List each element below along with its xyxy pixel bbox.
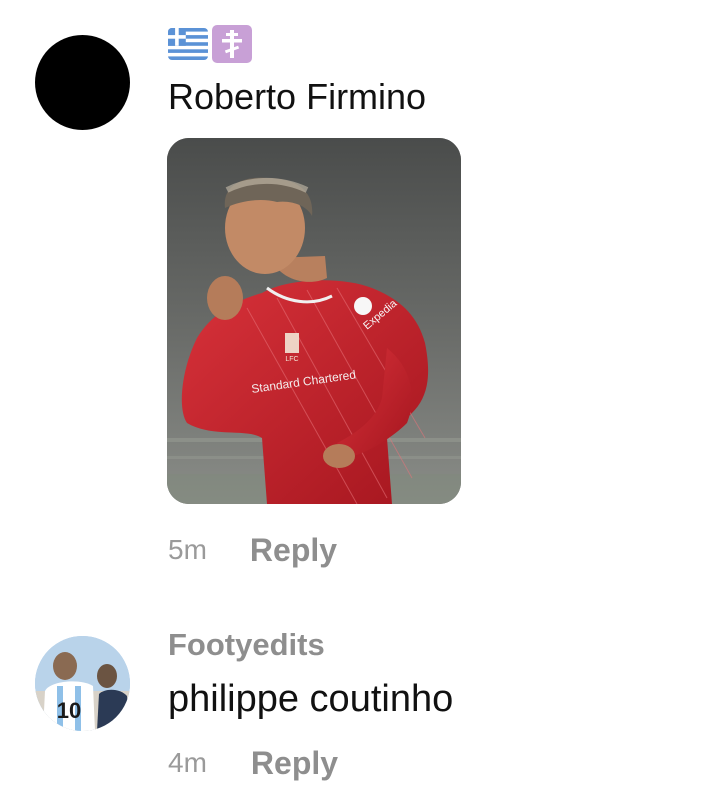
comment-text: philippe coutinho [168,678,454,720]
comment-time: 4m [168,747,207,778]
club-badge-text: LFC [285,356,298,363]
footballer-photo-illustration: LFC Standard Chartered Expedia [167,138,461,504]
comment-meta: 4m Reply [168,741,338,785]
comment-time: 5m [168,534,207,565]
greece-flag-icon [168,28,208,60]
attached-photo[interactable]: LFC Standard Chartered Expedia [167,138,461,504]
commenter-avatar[interactable] [35,35,130,130]
orthodox-cross-icon [212,25,252,63]
commenter-avatar[interactable]: 10 [35,636,130,731]
footballer-avatar-illustration: 10 [35,636,130,731]
comment-text: Roberto Firmino [168,76,427,117]
emoji-badges [168,25,252,63]
reply-button[interactable]: Reply [250,532,337,569]
svg-text:10: 10 [57,698,81,723]
reply-button[interactable]: Reply [251,745,338,782]
comment-meta: 5m Reply [168,528,337,572]
comment-username[interactable]: Footyedits [168,626,325,664]
